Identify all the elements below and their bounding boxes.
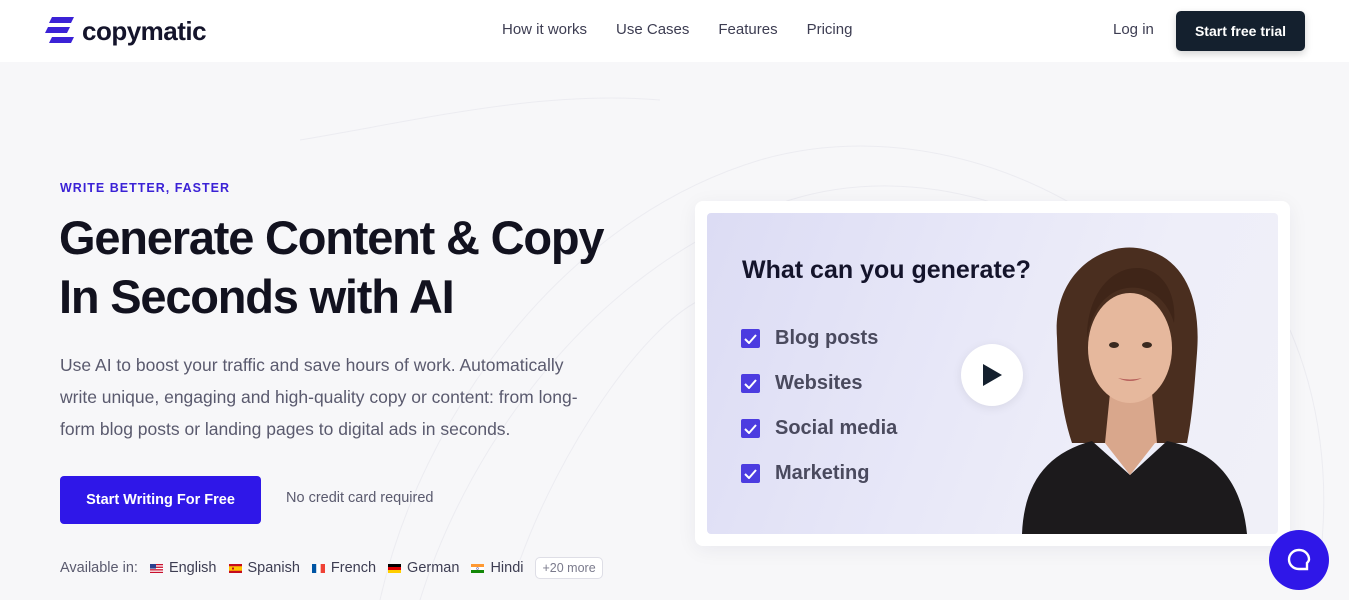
language-german-label: German — [407, 560, 460, 576]
site-header: copymatic How it works Use Cases Feature… — [0, 0, 1349, 62]
more-languages-badge[interactable]: +20 more — [535, 557, 603, 579]
chat-button[interactable] — [1269, 530, 1329, 590]
spain-flag-icon — [228, 563, 242, 573]
india-flag-icon — [471, 563, 485, 573]
germany-flag-icon — [388, 563, 402, 573]
checklist-label: Social media — [775, 417, 898, 439]
hero-description: Use AI to boost your traffic and save ho… — [60, 355, 578, 439]
language-english: English — [149, 560, 217, 576]
us-flag-icon — [149, 563, 163, 573]
logo-text: copymatic — [82, 15, 207, 46]
nav-features[interactable]: Features — [718, 21, 777, 38]
france-flag-icon — [311, 563, 325, 573]
hero-eyebrow: WRITE BETTER, FASTER — [60, 181, 230, 195]
checklist-item: Marketing — [741, 451, 897, 496]
chat-icon — [1287, 548, 1311, 571]
logo[interactable]: copymatic — [44, 14, 207, 48]
language-french: French — [311, 560, 377, 576]
nav-use-cases[interactable]: Use Cases — [616, 21, 689, 38]
checklist-label: Blog posts — [775, 327, 879, 349]
play-button[interactable] — [961, 344, 1023, 406]
start-writing-button[interactable]: Start Writing For Free — [60, 476, 261, 524]
play-icon — [983, 364, 1002, 386]
no-credit-card-note: No credit card required — [286, 490, 434, 506]
main-nav: How it works Use Cases Features Pricing — [502, 21, 881, 38]
checklist-label: Websites — [775, 372, 863, 394]
language-french-label: French — [330, 560, 377, 576]
login-link[interactable]: Log in — [1113, 21, 1154, 38]
language-spanish-label: Spanish — [247, 560, 300, 576]
checkbox-checked-icon — [741, 464, 760, 483]
checklist-item: Websites — [741, 361, 897, 406]
hero-title-line-2: In Seconds with AI — [59, 270, 455, 323]
language-spanish: Spanish — [228, 560, 300, 576]
video-thumbnail[interactable]: What can you generate? Blog posts Websit… — [707, 213, 1278, 534]
language-hindi-label: Hindi — [490, 560, 524, 576]
start-free-trial-button[interactable]: Start free trial — [1176, 11, 1305, 51]
languages-label: Available in: — [60, 560, 138, 576]
checklist-item: Social media — [741, 406, 897, 451]
language-english-label: English — [168, 560, 217, 576]
language-hindi: Hindi — [471, 560, 523, 576]
checklist-label: Marketing — [775, 462, 870, 484]
nav-pricing[interactable]: Pricing — [807, 21, 853, 38]
checkbox-checked-icon — [741, 329, 760, 348]
hero-title: Generate Content & Copy In Seconds with … — [59, 208, 679, 326]
nav-how-it-works[interactable]: How it works — [502, 21, 587, 38]
hero-title-line-1: Generate Content & Copy — [59, 211, 604, 264]
generate-checklist: Blog posts Websites Social media Marketi… — [741, 316, 897, 496]
checkbox-checked-icon — [741, 419, 760, 438]
logo-icon — [45, 17, 74, 43]
checklist-item: Blog posts — [741, 316, 897, 361]
video-title: What can you generate? — [742, 256, 1031, 284]
languages-row: Available in: English Spanish French Ger… — [60, 557, 603, 579]
checkbox-checked-icon — [741, 374, 760, 393]
language-german: German — [388, 560, 459, 576]
video-card: What can you generate? Blog posts Websit… — [695, 201, 1290, 546]
